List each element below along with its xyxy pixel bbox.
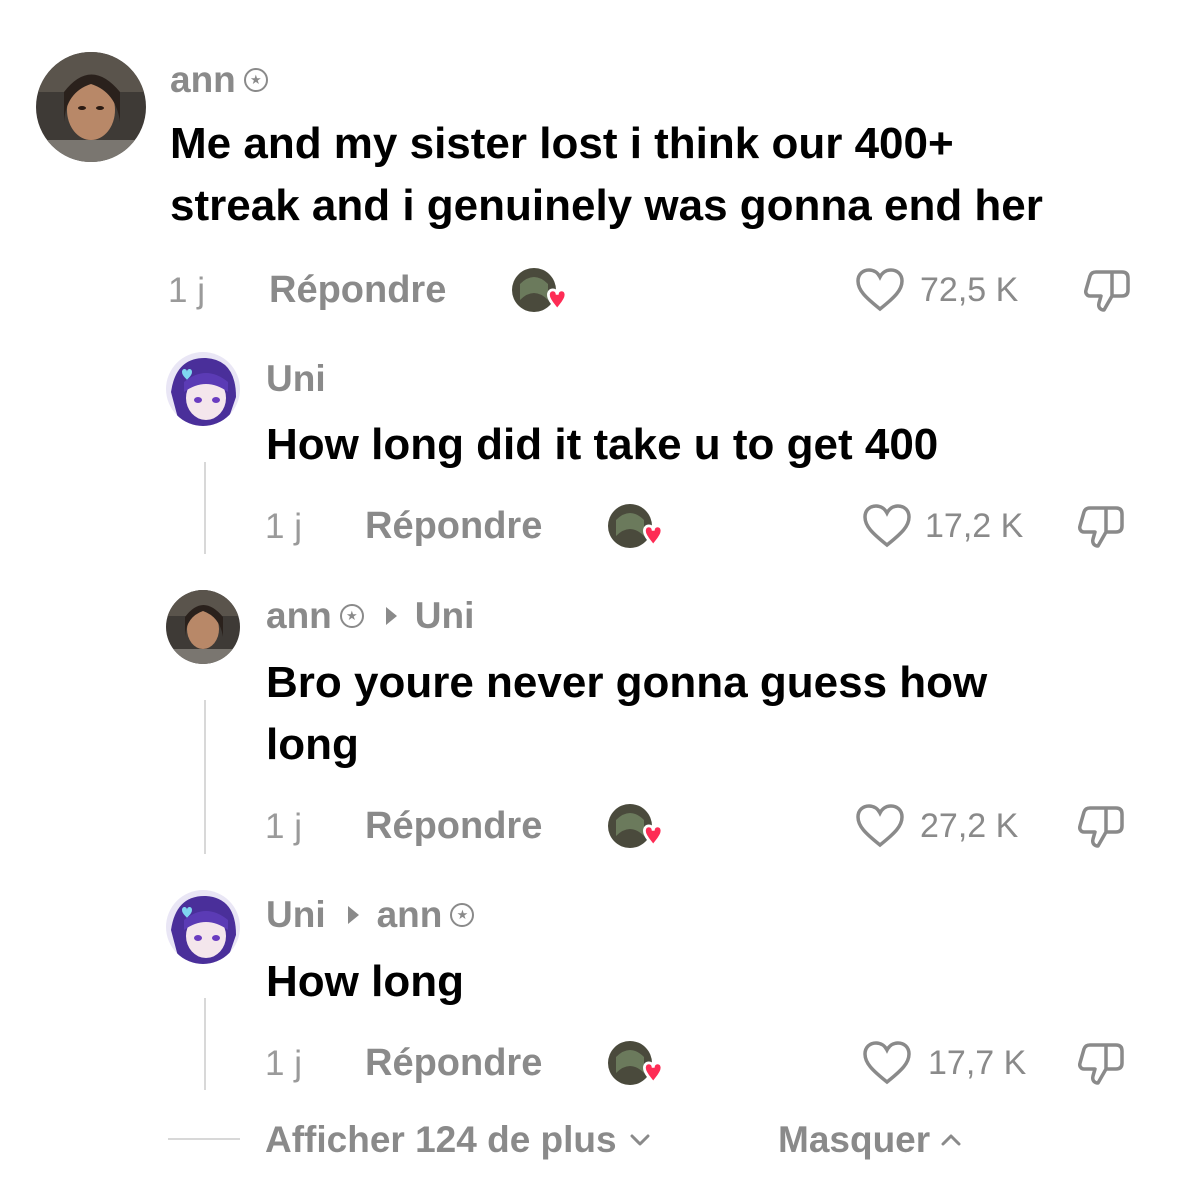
comment-time: 1 j: [265, 1044, 302, 1083]
comment-text: How long: [266, 951, 464, 1013]
comment-author[interactable]: Uni: [266, 357, 326, 401]
author-name[interactable]: ann: [266, 594, 332, 638]
avatar-uni[interactable]: [166, 890, 240, 964]
creator-badge-icon: [450, 903, 475, 927]
reply-arrow-icon: [347, 906, 359, 924]
author-name[interactable]: Uni: [266, 357, 326, 401]
like-count: 17,2 K: [925, 507, 1024, 545]
chevron-down-icon: [630, 1134, 650, 1146]
comment-text-line: long: [266, 720, 359, 769]
hide-replies-button[interactable]: Masquer: [778, 1118, 964, 1162]
comment-author[interactable]: ann: [170, 58, 268, 102]
avatar-uni[interactable]: [166, 352, 240, 426]
uni-avatar-image: [166, 352, 240, 426]
uni-avatar-image: [166, 890, 240, 964]
heart-icon[interactable]: [862, 1040, 912, 1086]
show-more-replies-button[interactable]: Afficher 124 de plus: [265, 1118, 653, 1162]
like-count: 72,5 K: [920, 271, 1019, 309]
comment-text: How long did it take u to get 400: [266, 414, 938, 476]
comment-text: Me and my sister lost i think our 400+ s…: [170, 113, 1043, 237]
author-name[interactable]: Uni: [266, 893, 326, 937]
dislike-icon[interactable]: [1076, 800, 1128, 852]
like-count: 27,2 K: [920, 807, 1019, 845]
reply-button[interactable]: Répondre: [365, 1041, 542, 1085]
reply-button[interactable]: Répondre: [365, 804, 542, 848]
comment-time: 1 j: [168, 271, 205, 310]
heart-icon[interactable]: [862, 503, 912, 549]
creator-liked-badge: [606, 1039, 666, 1089]
heart-icon[interactable]: [855, 267, 905, 313]
chevron-up-icon: [941, 1134, 961, 1146]
dislike-icon[interactable]: [1076, 500, 1128, 552]
ann-avatar-image: [166, 590, 240, 664]
avatar-ann[interactable]: [36, 52, 146, 162]
thread-line: [204, 462, 206, 554]
comment-text: Bro youre never gonna guess how long: [266, 652, 987, 776]
hide-label: Masquer: [778, 1119, 931, 1160]
comment-text-line: Bro youre never gonna guess how: [266, 658, 988, 707]
author-name[interactable]: ann: [170, 58, 236, 102]
thread-line: [204, 700, 206, 854]
comment-text-line: How long did it take u to get 400: [266, 420, 939, 469]
creator-badge-icon: [339, 604, 364, 628]
comment-text-line: streak and i genuinely was gonna end her: [170, 181, 1043, 230]
comment-time: 1 j: [265, 807, 302, 846]
reply-button[interactable]: Répondre: [269, 268, 446, 312]
creator-liked-badge: [510, 266, 570, 316]
comment-author[interactable]: ann Uni: [266, 594, 474, 638]
heart-icon[interactable]: [855, 803, 905, 849]
reply-arrow-icon: [385, 607, 397, 625]
creator-badge-icon: [243, 68, 268, 92]
comment-author[interactable]: Uni ann: [266, 893, 475, 937]
dislike-icon[interactable]: [1082, 264, 1134, 316]
reply-to-name[interactable]: ann: [377, 893, 443, 937]
avatar-ann[interactable]: [166, 590, 240, 664]
reply-to-name[interactable]: Uni: [415, 594, 475, 638]
comment-text-line: Me and my sister lost i think our 400+: [170, 119, 954, 168]
creator-liked-badge: [606, 502, 666, 552]
dislike-icon[interactable]: [1076, 1037, 1128, 1089]
creator-liked-badge: [606, 802, 666, 852]
reply-button[interactable]: Répondre: [365, 504, 542, 548]
comment-text-line: How long: [266, 957, 464, 1006]
thread-line: [204, 998, 206, 1090]
comment-time: 1 j: [265, 507, 302, 546]
like-count: 17,7 K: [928, 1044, 1027, 1082]
show-more-label: Afficher 124 de plus: [265, 1119, 617, 1160]
ann-avatar-image: [36, 52, 146, 162]
replies-divider: [168, 1138, 240, 1140]
